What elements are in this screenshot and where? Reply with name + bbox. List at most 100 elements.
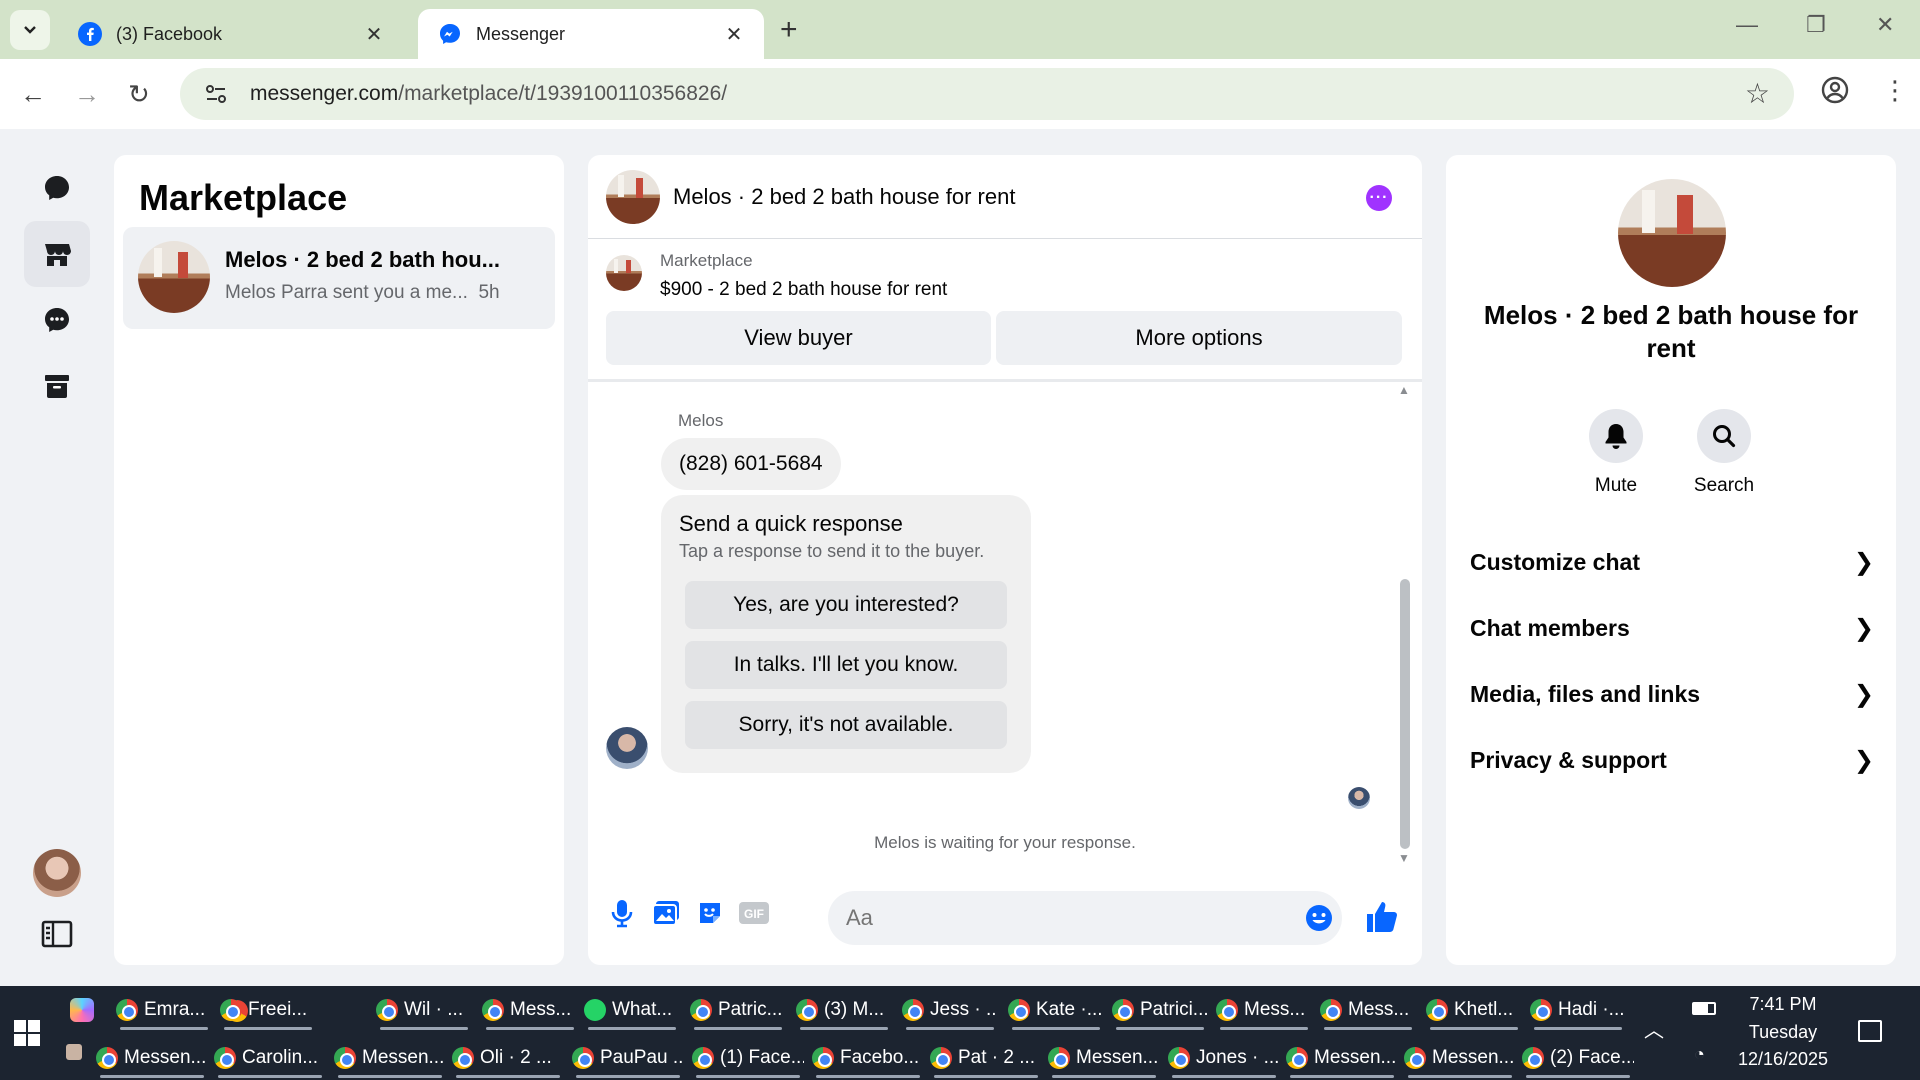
taskbar-window-item[interactable]: Khetl... (1426, 990, 1522, 1030)
user-avatar[interactable] (33, 849, 81, 897)
back-arrow-icon[interactable]: ← (20, 79, 46, 109)
chat-title[interactable]: Melos · 2 bed 2 bath house for rent (673, 184, 1015, 210)
rail-archive[interactable] (24, 353, 90, 419)
chat-members-row[interactable]: Chat members ❯ (1470, 601, 1874, 655)
taskbar-window-item[interactable]: Carolin... (214, 1038, 326, 1078)
toggle-sidebar-button[interactable] (24, 907, 90, 961)
row-label: Privacy & support (1470, 746, 1667, 773)
message-input[interactable] (828, 891, 1342, 945)
restore-icon[interactable]: ❐ (1806, 12, 1826, 38)
taskbar-window-item[interactable]: Messen... (1048, 1038, 1160, 1078)
taskbar-window-item[interactable]: Hadi ·... (1530, 990, 1626, 1030)
taskbar-item-label: Wil · ... (404, 999, 464, 1020)
search-in-conversation-button[interactable]: Search (1674, 409, 1774, 497)
taskbar-window-item[interactable]: Mess... (1320, 990, 1416, 1030)
conversation-info-button[interactable]: ··· (1366, 185, 1392, 211)
taskbar-window-item[interactable]: Messen... (1286, 1038, 1398, 1078)
mute-button[interactable]: Mute (1566, 409, 1666, 497)
taskbar-window-item[interactable]: PauPau ... (572, 1038, 684, 1078)
browser-menu-icon[interactable]: ⋮ (1882, 75, 1908, 105)
attach-photo-button[interactable] (650, 897, 682, 929)
taskbar-window-item[interactable]: Jones · ... (1168, 1038, 1280, 1078)
start-button[interactable] (14, 1020, 40, 1046)
chrome-icon (690, 999, 712, 1021)
taskbar-window-item[interactable]: Jess · ... (902, 990, 998, 1030)
taskbar-window-item[interactable]: Patrici... (1112, 990, 1208, 1030)
wifi-icon[interactable]: ◔ (1694, 1044, 1705, 1065)
taskbar-window-item[interactable]: Mess... (1216, 990, 1312, 1030)
sender-avatar[interactable] (606, 727, 648, 769)
taskbar-window-item[interactable]: Pat · 2 ... (930, 1038, 1042, 1078)
taskbar-window-item[interactable]: Patric... (690, 990, 786, 1030)
taskbar-window-item[interactable]: Facebo... (812, 1038, 924, 1078)
battery-icon[interactable] (1692, 1002, 1716, 1015)
message-requests-icon (45, 308, 69, 332)
whatsapp-icon (584, 999, 606, 1021)
taskbar-window-item[interactable]: Oli · 2 ... (452, 1038, 564, 1078)
message-sender-name: Melos (678, 411, 724, 430)
scroll-down-icon[interactable]: ▼ (1398, 851, 1410, 865)
taskbar-window-item[interactable]: Freei... (220, 990, 316, 1030)
profile-icon[interactable] (1820, 75, 1850, 105)
taskbar-window-item[interactable]: What... (584, 990, 680, 1030)
taskbar-window-item[interactable]: Kate ·... (1008, 990, 1104, 1030)
chrome-icon (334, 1047, 356, 1069)
view-buyer-button[interactable]: View buyer (606, 311, 991, 365)
site-info-icon[interactable] (202, 80, 230, 108)
clock-time[interactable]: 7:41 PM (1718, 994, 1848, 1015)
close-tab-icon[interactable]: ✕ (722, 22, 746, 47)
taskbar-window-item[interactable]: (3) M... (796, 990, 892, 1030)
taskbar-window-item[interactable]: Messen... (96, 1038, 208, 1078)
bookmark-star-icon[interactable]: ☆ (1745, 80, 1770, 108)
rail-chats[interactable] (24, 155, 90, 221)
rail-marketplace[interactable] (24, 221, 90, 287)
emoji-icon[interactable] (1304, 903, 1334, 933)
taskbar-window-item[interactable]: Mess... (482, 990, 578, 1030)
close-window-icon[interactable]: ✕ (1876, 12, 1894, 38)
taskbar-window-item[interactable]: Emra... (116, 990, 212, 1030)
rail-requests[interactable] (24, 287, 90, 353)
notifications-icon[interactable] (1858, 1020, 1882, 1042)
pinned-app-icon[interactable] (66, 1044, 82, 1060)
quick-response-not-available[interactable]: Sorry, it's not available. (685, 701, 1007, 749)
quick-response-interested[interactable]: Yes, are you interested? (685, 581, 1007, 629)
reload-icon[interactable]: ↻ (128, 79, 150, 109)
media-files-links-row[interactable]: Media, files and links ❯ (1470, 667, 1874, 721)
taskbar-window-item[interactable]: Wil · ... (376, 990, 472, 1030)
close-tab-icon[interactable]: ✕ (362, 22, 386, 47)
chrome-icon (1286, 1047, 1308, 1069)
message-bubble[interactable]: (828) 601-5684 (661, 438, 841, 490)
minimize-icon[interactable]: — (1736, 12, 1758, 38)
chevron-up-icon[interactable]: ︿ (1644, 1014, 1664, 1043)
taskbar-window-item[interactable]: (1) Face... (692, 1038, 804, 1078)
scroll-up-icon[interactable]: ▲ (1398, 383, 1410, 397)
quick-response-in-talks[interactable]: In talks. I'll let you know. (685, 641, 1007, 689)
forward-arrow-icon[interactable]: → (74, 79, 100, 109)
listing-thumbnail[interactable] (606, 170, 660, 224)
copilot-icon[interactable] (70, 998, 94, 1022)
image-icon (652, 901, 679, 926)
list-item-conversation[interactable]: Melos · 2 bed 2 bath hou... Melos Parra … (123, 227, 555, 329)
chevron-right-icon: ❯ (1853, 746, 1874, 774)
clock-day[interactable]: Tuesday (1718, 1022, 1848, 1043)
chrome-icon (96, 1047, 118, 1069)
taskbar-window-item[interactable]: Messen... (334, 1038, 446, 1078)
tab-search-button[interactable] (10, 10, 50, 50)
address-bar[interactable]: messenger.com/marketplace/t/193910011035… (180, 68, 1794, 120)
gif-button[interactable]: GIF (738, 897, 770, 929)
taskbar-item-label: Messen... (1314, 1047, 1397, 1068)
taskbar-window-item[interactable]: Messen... (1404, 1038, 1516, 1078)
tab-messenger[interactable]: Messenger ✕ (418, 9, 764, 59)
listing-summary[interactable]: Marketplace $900 - 2 bed 2 bath house fo… (588, 239, 1422, 311)
more-options-button[interactable]: More options (996, 311, 1402, 365)
privacy-support-row[interactable]: Privacy & support ❯ (1470, 733, 1874, 787)
new-tab-button[interactable]: + (780, 14, 798, 46)
tab-facebook[interactable]: (3) Facebook ✕ (58, 9, 404, 59)
clock-date[interactable]: 12/16/2025 (1718, 1049, 1848, 1070)
taskbar-window-item[interactable]: (2) Face... (1522, 1038, 1634, 1078)
sticker-button[interactable] (694, 897, 726, 929)
scrollbar-thumb[interactable] (1400, 579, 1410, 849)
customize-chat-row[interactable]: Customize chat ❯ (1470, 535, 1874, 589)
thumbs-up-icon[interactable] (1364, 899, 1400, 935)
voice-clip-button[interactable] (606, 897, 638, 929)
